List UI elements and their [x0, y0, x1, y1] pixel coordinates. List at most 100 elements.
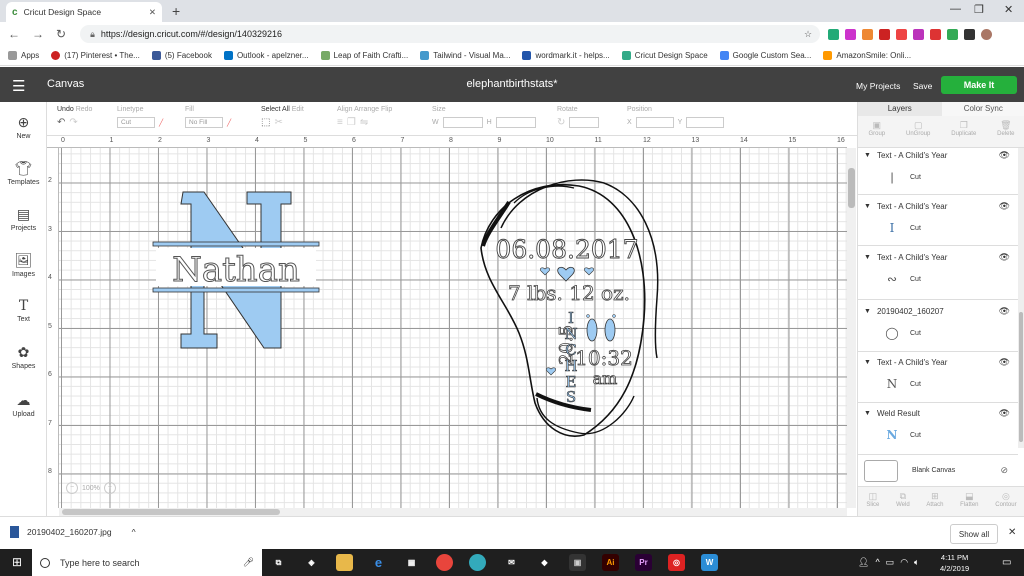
extension-icon[interactable] — [964, 28, 976, 40]
new-tab-button[interactable]: + — [172, 3, 180, 19]
birth-stats-text[interactable]: 06.08.2017 7 lbs. 12 oz. 20.5 I N C H E … — [495, 235, 639, 407]
blank-canvas-row[interactable]: Blank Canvas ⊘ — [858, 454, 1018, 486]
design-canvas[interactable]: Nathan 06.08.2017 7 lbs. 12 oz. 20.5 I N… — [59, 148, 847, 508]
sidebar-item-text[interactable]: T Text — [0, 298, 47, 323]
monogram-design[interactable]: Nathan — [152, 191, 320, 349]
store-icon[interactable]: ▦ — [403, 554, 420, 571]
tab-color-sync[interactable]: Color Sync — [941, 102, 1024, 116]
undo-group[interactable]: Undo Redo ↶ ↷ — [57, 106, 92, 128]
cricut-favicon-icon: c — [12, 6, 18, 18]
edge-icon[interactable]: e — [370, 554, 387, 571]
app-icon[interactable]: W — [701, 554, 718, 571]
browser-tab[interactable]: c Cricut Design Space ✕ — [6, 2, 162, 22]
eye-hidden-icon[interactable]: ⊘ — [1000, 465, 1008, 476]
chevron-up-icon[interactable]: ^ — [875, 557, 879, 568]
eye-icon[interactable]: 👁︎ — [999, 201, 1010, 212]
eye-icon[interactable]: 👁︎ — [999, 306, 1010, 317]
mail-icon[interactable]: ✉ — [503, 554, 520, 571]
zoom-out-button[interactable]: − — [66, 482, 78, 494]
layer-item[interactable]: ▼ Text - A Child's Year 👁︎ I Cut — [858, 199, 1018, 243]
bookmark-wordmark[interactable]: wordmark.it - helps... — [522, 51, 610, 60]
notification-icon[interactable]: ▭ — [1002, 557, 1011, 568]
avatar[interactable] — [981, 28, 993, 40]
sidebar-item-new[interactable]: ⊕ New — [0, 114, 47, 140]
bookmark-tailwind[interactable]: Tailwind - Visual Ma... — [420, 51, 510, 60]
taskbar-search[interactable]: Type here to search 🎤︎ — [32, 549, 262, 576]
bookmark-outlook[interactable]: Outlook - apelzner... — [223, 51, 309, 60]
bookmark-google[interactable]: Google Custom Sea... — [719, 51, 811, 60]
canvas-horizontal-scroll-thumb[interactable] — [62, 509, 280, 515]
chevron-up-icon[interactable]: ^ — [132, 527, 136, 537]
close-window-icon[interactable]: ✕ — [1004, 3, 1013, 16]
sidebar-item-projects[interactable]: ▤ Projects — [0, 206, 47, 232]
app-icon[interactable]: ◈ — [303, 554, 320, 571]
show-all-button[interactable]: Show all — [950, 524, 998, 544]
layer-item[interactable]: ▼ Text - A Child's Year 👁︎ | Cut — [858, 148, 1018, 192]
layers-scroll-thumb[interactable] — [1019, 312, 1023, 442]
bookmark-leap-of-faith[interactable]: Leap of Faith Crafti... — [320, 51, 408, 60]
grammarly-icon[interactable] — [947, 28, 959, 40]
select-all-icon[interactable]: ⬚ — [261, 117, 270, 128]
make-it-button[interactable]: Make It — [941, 76, 1017, 94]
premiere-icon[interactable]: Pr — [635, 554, 652, 571]
close-tab-icon[interactable]: ✕ — [149, 7, 156, 18]
undo-icon[interactable]: ↶ — [57, 117, 65, 128]
file-explorer-icon[interactable] — [336, 554, 353, 571]
canvas-vertical-scroll-thumb[interactable] — [848, 168, 855, 208]
app-icon[interactable] — [469, 554, 486, 571]
chrome-icon[interactable] — [436, 554, 453, 571]
tab-layers[interactable]: Layers — [858, 102, 942, 116]
extension-icon[interactable] — [862, 28, 874, 40]
maximize-icon[interactable]: ❐ — [974, 3, 984, 16]
windows-start-icon[interactable]: ⊞ — [12, 555, 22, 569]
eye-icon[interactable]: 👁︎ — [999, 408, 1010, 419]
extension-icon[interactable] — [845, 28, 857, 40]
back-icon[interactable]: ← — [8, 27, 20, 41]
illustrator-icon[interactable]: Ai — [602, 554, 619, 571]
eye-icon[interactable]: 👁︎ — [999, 252, 1010, 263]
extension-icon[interactable] — [930, 28, 942, 40]
download-item[interactable]: 20190402_160207.jpg ^ — [10, 526, 136, 538]
bookmark-amazonsmile[interactable]: AmazonSmile: Onli... — [823, 51, 911, 60]
select-all-group[interactable]: Select All Edit ⬚ ✂ — [261, 106, 304, 128]
sidebar-item-shapes[interactable]: ✿ Shapes — [0, 344, 47, 370]
clock[interactable]: 4:11 PM 4/2/2019 — [940, 552, 969, 574]
volume-icon[interactable]: 🔈︎ — [914, 557, 919, 568]
layer-item[interactable]: ▼ 20190402_160207 👁︎ ◯ Cut — [858, 304, 1018, 348]
close-icon[interactable]: ✕ — [1008, 527, 1016, 538]
canvas-swatch[interactable] — [864, 459, 898, 482]
layer-item[interactable]: ▼ Weld Result 👁︎ N Cut — [858, 406, 1018, 450]
layer-item[interactable]: ▼ Text - A Child's Year 👁︎ ∾ Cut — [858, 250, 1018, 294]
sidebar-item-images[interactable]: 🖼︎ Images — [0, 252, 47, 278]
sidebar-item-upload[interactable]: ☁ Upload — [0, 392, 47, 418]
task-view-icon[interactable]: ⧉ — [270, 554, 287, 571]
pinterest-icon[interactable] — [879, 28, 891, 40]
bookmark-pinterest[interactable]: (17) Pinterest • The... — [51, 51, 140, 60]
zoom-in-button[interactable]: + — [103, 482, 116, 494]
app-icon[interactable]: ◎ — [668, 554, 685, 571]
bookmark-facebook[interactable]: (5) Facebook — [151, 51, 212, 60]
save-button[interactable]: Save — [913, 81, 932, 91]
trash-icon: 🗑︎ — [1000, 120, 1012, 130]
wifi-icon[interactable]: ◠ — [900, 557, 908, 568]
people-icon[interactable]: 👤︎ — [858, 557, 869, 568]
forward-icon[interactable]: → — [32, 27, 44, 41]
microphone-icon[interactable]: 🎤︎ — [243, 557, 254, 568]
minimize-icon[interactable]: — — [950, 3, 961, 15]
app-icon[interactable]: ▣ — [569, 554, 586, 571]
eye-icon[interactable]: 👁︎ — [999, 150, 1010, 161]
bookmark-star-icon[interactable]: ☆ — [804, 29, 812, 40]
bookmark-cricut[interactable]: Cricut Design Space — [621, 51, 708, 60]
instagram-icon[interactable] — [913, 28, 925, 40]
network-icon[interactable]: ▭ — [886, 557, 895, 568]
layer-item[interactable]: ▼ Text - A Child's Year 👁︎ N Cut — [858, 355, 1018, 399]
extension-icon[interactable] — [828, 28, 840, 40]
reload-icon[interactable]: ↻ — [56, 27, 66, 41]
url-field[interactable]: 🔒︎ https://design.cricut.com/#/design/14… — [80, 25, 821, 43]
my-projects-button[interactable]: My Projects — [856, 81, 900, 91]
sidebar-item-templates[interactable]: 👕︎ Templates — [0, 160, 47, 186]
app-icon[interactable]: ◆ — [536, 554, 553, 571]
extension-icon[interactable] — [896, 28, 908, 40]
bookmark-apps[interactable]: Apps — [8, 51, 39, 60]
eye-icon[interactable]: 👁︎ — [999, 357, 1010, 368]
